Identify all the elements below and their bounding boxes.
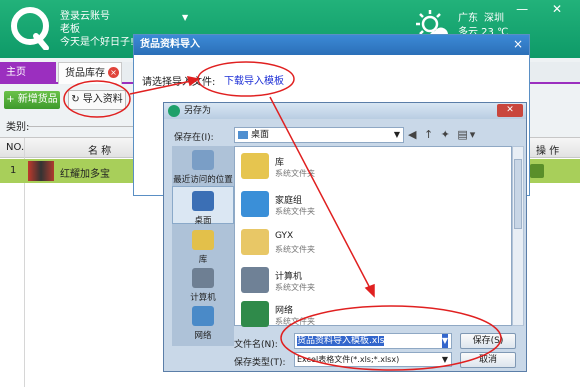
place-computer[interactable]: 计算机 xyxy=(172,268,234,303)
import-file-label: 请选择导入文件: xyxy=(142,77,216,88)
computer-icon xyxy=(241,267,269,293)
weather-province: 广东 xyxy=(458,13,478,24)
file-name: 网络 xyxy=(275,306,294,316)
file-name: 计算机 xyxy=(275,272,303,282)
file-name: 库 xyxy=(275,158,285,168)
save-button[interactable]: 保存(S) xyxy=(460,333,516,349)
recent-places-icon xyxy=(192,150,214,170)
account-block: 登录云账号 ▼ 老板 今天是个好日子! xyxy=(60,10,188,49)
app-logo-icon xyxy=(11,7,49,50)
product-thumbnail xyxy=(28,161,54,181)
library-icon xyxy=(192,230,214,250)
close-tab-icon[interactable]: × xyxy=(108,67,119,78)
network-icon xyxy=(241,301,269,327)
chevron-down-icon[interactable]: ▼ xyxy=(182,11,188,24)
cancel-button[interactable]: 取消 xyxy=(460,352,516,368)
place-network[interactable]: 网络 xyxy=(172,306,234,341)
import-dialog-title: 货品资料导入 xyxy=(134,35,529,55)
filename-value: 货品资料导入模板.xls xyxy=(297,336,385,346)
window-controls[interactable]: — ✕ xyxy=(516,2,572,16)
place-network-label: 网络 xyxy=(194,331,212,341)
save-in-value: 桌面 xyxy=(251,130,270,140)
import-data-button[interactable]: ↻ 导入资料 xyxy=(68,90,126,110)
places-bar: 最近访问的位置 桌面 库 计算机 网络 xyxy=(172,146,234,346)
filename-label: 文件名(N): xyxy=(234,340,278,350)
place-recent-label: 最近访问的位置 xyxy=(173,175,233,185)
filename-input[interactable]: 货品资料导入模板.xls ▼ xyxy=(294,333,452,349)
chevron-down-icon[interactable]: ▼ xyxy=(394,128,400,142)
file-type: 系统文件夹 xyxy=(275,207,315,216)
computer-icon xyxy=(192,268,214,288)
place-desktop[interactable]: 桌面 xyxy=(172,186,234,226)
homegroup-icon xyxy=(241,191,269,217)
filetype-label: 保存类型(T): xyxy=(234,358,286,368)
place-desktop-label: 桌面 xyxy=(194,216,212,226)
save-as-title: 另存为 xyxy=(164,103,526,119)
file-list: 库 系统文件夹 家庭组 系统文件夹 GYX 系统文件夹 计算机 系统文件夹 网络… xyxy=(234,146,512,327)
col-action: 操 作 xyxy=(536,146,560,157)
filetype-select[interactable]: Excel表格文件(*.xls;*.xlsx) ▼ xyxy=(294,352,452,367)
file-name: GYX xyxy=(275,231,294,241)
desktop-icon xyxy=(238,131,248,139)
download-template-link[interactable]: 下载导入模板 xyxy=(224,72,284,87)
file-type: 系统文件夹 xyxy=(275,245,315,254)
place-libraries[interactable]: 库 xyxy=(172,230,234,265)
col-no: NO. xyxy=(6,142,25,153)
save-in-select[interactable]: 桌面 ▼ xyxy=(234,127,404,143)
category-label: 类别: xyxy=(6,122,30,133)
add-goods-button[interactable]: + 新增货品 xyxy=(4,91,60,109)
save-in-label: 保存在(I): xyxy=(174,133,214,143)
row-action-icon[interactable] xyxy=(530,164,544,178)
desktop-icon xyxy=(192,191,214,211)
row-name: 红耀加多宝 xyxy=(60,169,110,180)
close-icon[interactable]: ✕ xyxy=(497,104,523,117)
file-name: 家庭组 xyxy=(275,196,303,206)
place-recent[interactable]: 最近访问的位置 xyxy=(172,150,234,185)
user-name: 老板 xyxy=(60,24,80,35)
tab-home[interactable]: 主页 xyxy=(0,62,56,84)
file-type: 系统文件夹 xyxy=(275,283,315,292)
user-folder-icon xyxy=(241,229,269,255)
weather-city: 深圳 xyxy=(484,13,504,24)
filetype-value: Excel表格文件(*.xls;*.xlsx) xyxy=(297,355,400,364)
network-icon xyxy=(192,306,214,326)
save-as-dialog: 另存为 ✕ 保存在(I): 桌面 ▼ ◀ ↑ ✦ ▤▾ 最近访问的位置 桌面 库… xyxy=(163,102,527,372)
row-no: 1 xyxy=(10,165,17,176)
library-icon xyxy=(241,153,269,179)
folder-toolbar[interactable]: ◀ ↑ ✦ ▤▾ xyxy=(408,128,477,141)
save-as-title-text: 另存为 xyxy=(184,106,212,116)
chevron-down-icon[interactable]: ▼ xyxy=(441,334,448,348)
greeting-text: 今天是个好日子! xyxy=(60,37,135,48)
scrollbar-thumb[interactable] xyxy=(514,159,522,229)
place-libraries-label: 库 xyxy=(198,255,208,265)
file-type: 系统文件夹 xyxy=(275,317,315,326)
app-icon xyxy=(168,105,180,117)
file-list-scrollbar[interactable] xyxy=(512,146,524,326)
chevron-down-icon[interactable]: ▼ xyxy=(442,353,448,366)
close-icon[interactable]: × xyxy=(513,37,523,51)
login-cloud-account-link[interactable]: 登录云账号 xyxy=(60,10,134,23)
col-name: 名 称 xyxy=(88,146,112,157)
file-type: 系统文件夹 xyxy=(275,169,315,178)
place-computer-label: 计算机 xyxy=(190,293,216,303)
